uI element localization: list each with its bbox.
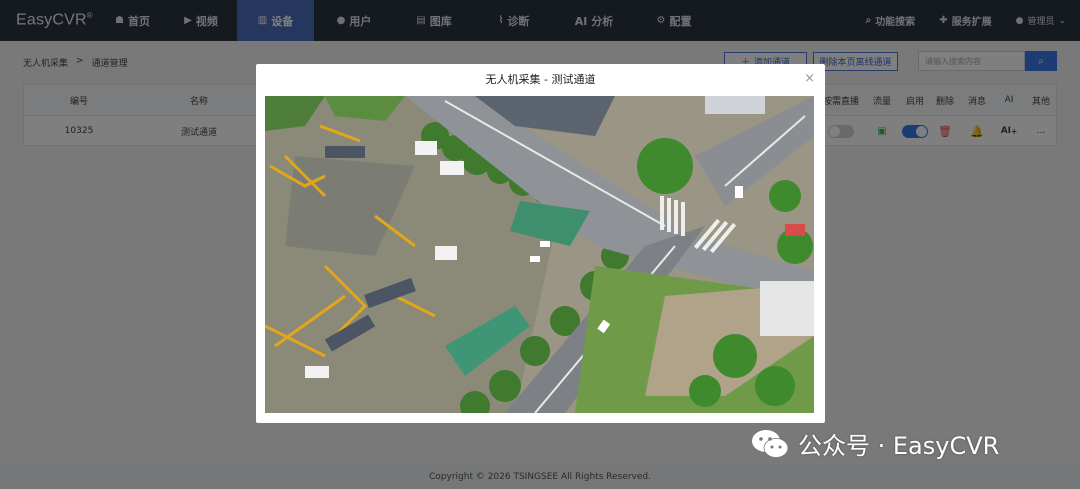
drone-video-frame — [265, 96, 814, 413]
wechat-icon — [752, 429, 789, 458]
modal-title: 无人机采集 - 测试通道 — [485, 73, 596, 86]
preview-modal: 无人机采集 - 测试通道 × — [256, 64, 825, 423]
aerial-view-image — [265, 96, 814, 413]
close-icon[interactable]: × — [804, 71, 815, 86]
wechat-watermark: 公众号 · EasyCVR — [750, 426, 999, 461]
watermark-text: 公众号 · EasyCVR — [798, 432, 1000, 460]
